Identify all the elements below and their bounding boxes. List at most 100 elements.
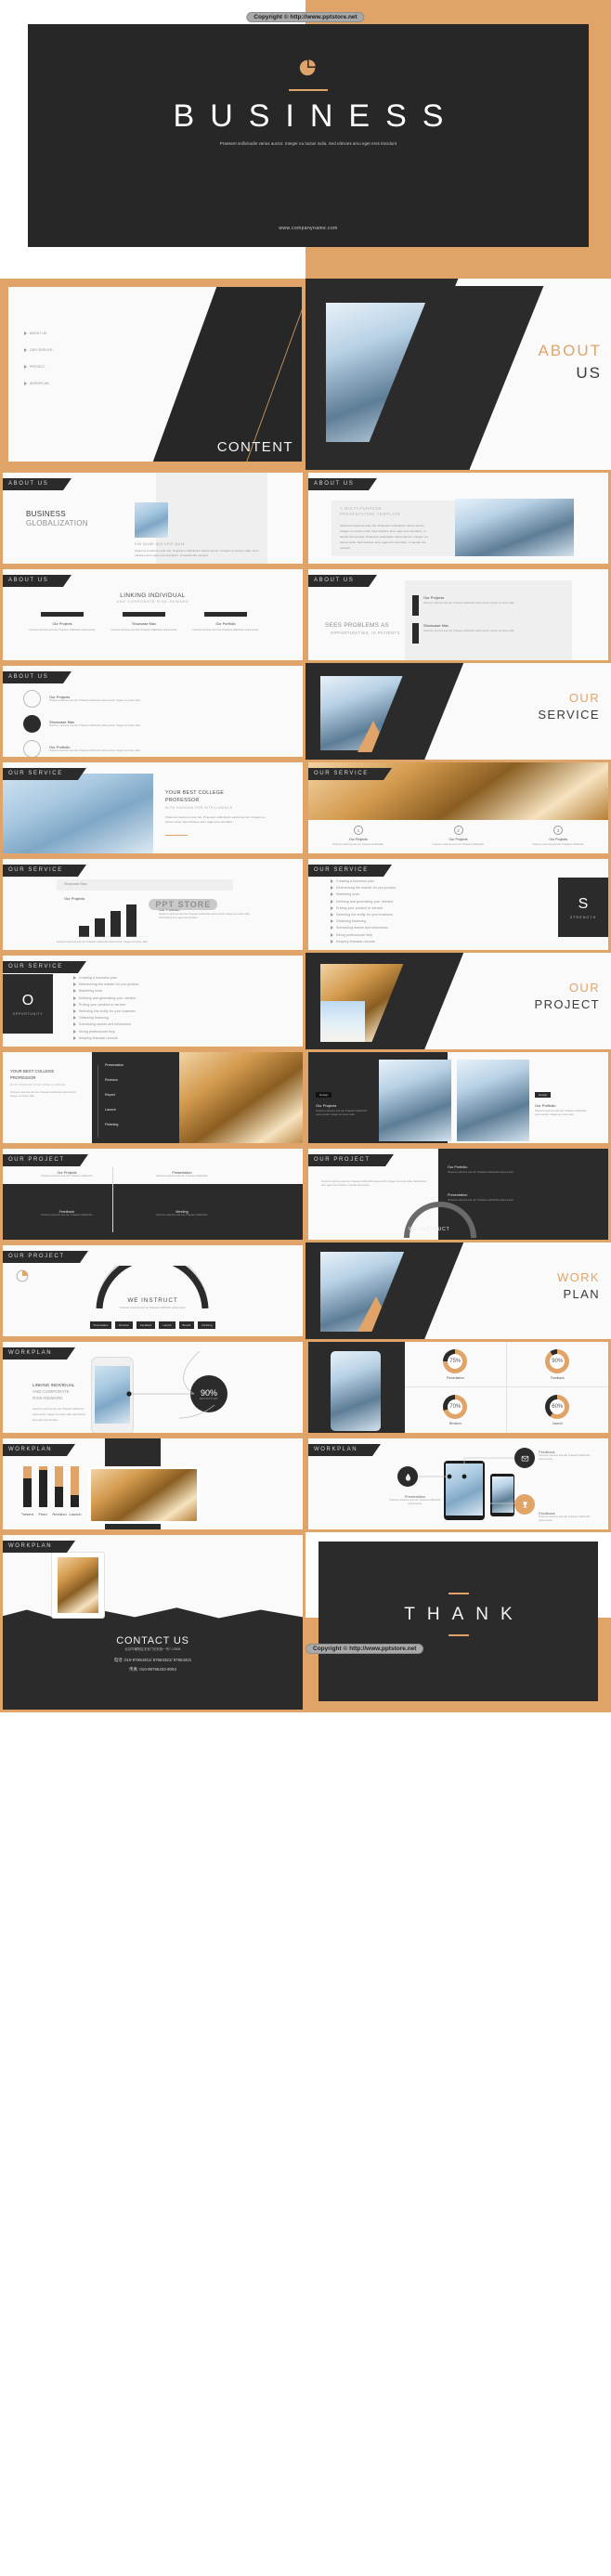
step-item[interactable]: 2 Our Projects Vivamus maximus erat nisi… bbox=[409, 820, 509, 853]
donut-cell[interactable]: 90% Feedback bbox=[506, 1342, 608, 1387]
feedback-item[interactable]: Feedback Vivamus maximus erat nisi. Prae… bbox=[27, 1210, 107, 1217]
timeline-step[interactable]: Launch bbox=[105, 1108, 116, 1112]
phone-body: Vivamus maximus erat nisi. Praesent soll… bbox=[32, 1408, 86, 1422]
slide-sees-problems[interactable]: ABOUT US SEES PROBLEMS AS OPPORTUNITIES,… bbox=[306, 566, 611, 663]
strength-item-label: Marketing tools bbox=[336, 892, 360, 897]
opportunity-badge: O OPPORTUNITY bbox=[3, 974, 53, 1034]
slide-donuts[interactable]: 75% Presentation 90% Feedback 70% Revisi… bbox=[306, 1339, 611, 1436]
opportunity-item[interactable]: Selecting the entity for your business bbox=[73, 1008, 139, 1013]
feedback-item[interactable]: Presentation Vivamus maximus erat nisi. … bbox=[142, 1171, 222, 1178]
linking-card[interactable]: Our Projects Vivamus maximus erat nisi. … bbox=[25, 612, 99, 632]
slide-strength[interactable]: OUR SERVICE Creating a business plan Det… bbox=[306, 856, 611, 953]
step-item[interactable]: 3 Our Projects Vivamus maximus erat nisi… bbox=[508, 820, 608, 853]
content-item-0[interactable]: ABOUT US bbox=[24, 332, 53, 335]
strength-item[interactable]: Pricing your product or service bbox=[331, 905, 396, 910]
gauge-step[interactable]: Finishing bbox=[198, 1321, 216, 1329]
timeline-photo bbox=[179, 1052, 303, 1143]
strength-item-label: Hiring professional help bbox=[336, 932, 373, 937]
strength-item[interactable]: Defining and generating your needed bbox=[331, 899, 396, 904]
timeline-step[interactable]: Report bbox=[105, 1093, 115, 1097]
opportunity-item[interactable]: Keeping financial records bbox=[73, 1035, 139, 1040]
donut-cell[interactable]: 70% Revision bbox=[405, 1387, 507, 1433]
step-item[interactable]: 1 Our Projects Vivamus maximus erat nisi… bbox=[308, 820, 409, 853]
strength-item[interactable]: Selecting the entity for your business bbox=[331, 912, 396, 917]
slide-timeline-vertical[interactable]: YOUR BEST COLLEGE PROFESSOR WITH PASSION… bbox=[0, 1049, 306, 1146]
slide-best-college[interactable]: OUR SERVICE YOUR BEST COLLEGE PROFESSOR … bbox=[0, 760, 306, 856]
opportunity-item[interactable]: Marketing tools bbox=[73, 989, 139, 994]
opportunity-item[interactable]: Creating a business plan bbox=[73, 976, 139, 980]
strength-item[interactable]: Creating a business plan bbox=[331, 879, 396, 883]
gauge-arc bbox=[96, 1266, 209, 1309]
timeline-step[interactable]: Presentation bbox=[105, 1063, 124, 1067]
feedback-divider-v bbox=[112, 1167, 113, 1232]
opportunity-item[interactable]: Scheduling assets and milestones bbox=[73, 1022, 139, 1027]
gauge-step[interactable]: Launch bbox=[159, 1321, 176, 1329]
strength-item[interactable]: Determining the market for you product bbox=[331, 886, 396, 891]
timeline-step[interactable]: Revision bbox=[105, 1078, 118, 1082]
college-photo bbox=[3, 774, 153, 853]
slide-contact[interactable]: WORKPLAN CONTACT US 北京市朝阳区天安门长安街一号7-1050… bbox=[0, 1532, 306, 1712]
feedback-item[interactable]: Meeting Vivamus maximus erat nisi. Praes… bbox=[142, 1210, 222, 1217]
circles-row[interactable]: Our Projects Vivamus maximus erat nisi. … bbox=[23, 690, 188, 708]
content-menu[interactable]: ABOUT US OUR SERVICE PROJECT WORKPLAN bbox=[24, 332, 53, 388]
slide-two-cards[interactable]: Design Our Projects Vivamus maximus erat… bbox=[306, 1049, 611, 1146]
slide-section-about[interactable]: ABOUT US bbox=[306, 279, 611, 470]
slide-circles[interactable]: ABOUT US Our Projects Vivamus maximus er… bbox=[0, 663, 306, 760]
linking-card[interactable]: Our Portfolio Vivamus maximus erat nisi.… bbox=[188, 612, 263, 632]
problems-row-label: Our Projects bbox=[423, 595, 445, 600]
two-cards-card[interactable]: Design Our Portfolio Vivamus maximus era… bbox=[535, 1084, 589, 1117]
problems-row[interactable]: Showcase Max Vivamus maximus erat nisi. … bbox=[412, 623, 533, 644]
circles-row[interactable]: Showcase Max Vivamus maximus erat nisi. … bbox=[23, 715, 188, 733]
content-item-2[interactable]: PROJECT bbox=[24, 365, 53, 369]
slide-opportunity[interactable]: OUR SERVICE O OPPORTUNITY Creating a bus… bbox=[0, 953, 306, 1049]
slide-multipurpose[interactable]: ABOUT US A MULTI-PURPOSE PRESENTATION TE… bbox=[306, 470, 611, 566]
donut-cell[interactable]: 60% Launch bbox=[507, 1387, 609, 1433]
slide-cover[interactable]: BUSINESS Praesent sollicitudin varius au… bbox=[0, 0, 611, 279]
strength-item[interactable]: Scheduling assets and milestones bbox=[331, 926, 396, 930]
slide-chart[interactable]: OUR SERVICE Showcase Max Our Projects Ou… bbox=[0, 856, 306, 953]
problems-row[interactable]: Our Projects Vivamus maximus erat nisi. … bbox=[412, 595, 533, 616]
slide-three-steps[interactable]: OUR SERVICE 1 Our Projects Vivamus maxim… bbox=[306, 760, 611, 856]
slide-section-service[interactable]: OUR SERVICE bbox=[306, 663, 611, 760]
content-item-3[interactable]: WORKPLAN bbox=[24, 382, 53, 385]
opportunity-item[interactable]: Defining and generating your needed bbox=[73, 995, 139, 1000]
thank-text: THANK bbox=[404, 1605, 525, 1624]
slide-bars[interactable]: WORKPLAN Present Feed Revision Launch bbox=[0, 1436, 306, 1532]
gauge-step[interactable]: Benefit bbox=[178, 1321, 195, 1329]
strength-item[interactable]: Marketing tools bbox=[331, 892, 396, 897]
opportunity-item[interactable]: Determining the market for you product bbox=[73, 982, 139, 987]
strength-item[interactable]: Hiring professional help bbox=[331, 932, 396, 937]
slide-feedback-grid[interactable]: OUR PROJECT Our Projects Vivamus maximus… bbox=[0, 1146, 306, 1242]
circles-row-body: Vivamus maximus erat nisi. Praesent soll… bbox=[49, 723, 141, 727]
slide-thank[interactable]: THANK Copyright © http://www.pptstore.ne… bbox=[306, 1532, 611, 1712]
content-item-1[interactable]: OUR SERVICE bbox=[24, 348, 53, 352]
gauge-step[interactable]: Presentation bbox=[89, 1321, 112, 1329]
slide-section-project[interactable]: OUR PROJECT bbox=[306, 953, 611, 1049]
two-cards-card[interactable]: Design Our Projects Vivamus maximus erat… bbox=[316, 1084, 371, 1117]
step-number: 2 bbox=[453, 826, 463, 835]
opportunity-item-label: Hiring professional help bbox=[79, 1029, 116, 1034]
slide-devices[interactable]: WORKPLAN Presentation Vivamus maximus er… bbox=[306, 1436, 611, 1532]
slide-we-instruct-dark[interactable]: OUR PROJECT Our Portfolio Vivamus maximu… bbox=[306, 1146, 611, 1242]
linking-card[interactable]: Showcase Max Vivamus maximus erat nisi. … bbox=[107, 612, 181, 632]
slide-phone-link[interactable]: WORKPLAN LINKING INDIVIDUAL AND CORPORAT… bbox=[0, 1339, 306, 1436]
opportunity-item[interactable]: Obtaining financing bbox=[73, 1016, 139, 1021]
donut-cell[interactable]: 75% Presentation bbox=[405, 1342, 507, 1387]
timeline-step[interactable]: Finishing bbox=[105, 1123, 118, 1126]
slide-linking-individual[interactable]: ABOUT US LINKING INDIVIDUAL AND CORPORAT… bbox=[0, 566, 306, 663]
college-sub: WITH PASSION FOR INTELLIGENCE bbox=[165, 806, 233, 810]
cover-divider bbox=[289, 89, 328, 91]
opportunity-item[interactable]: Hiring professional help bbox=[73, 1029, 139, 1034]
gauge-step[interactable]: Feedback bbox=[136, 1321, 156, 1329]
opportunity-item[interactable]: Pricing your product or service bbox=[73, 1002, 139, 1007]
slide-section-workplan[interactable]: WORK PLAN bbox=[306, 1242, 611, 1339]
slide-we-instruct-gauge[interactable]: OUR PROJECT WE INSTRUCT Vivamus maximus … bbox=[0, 1242, 306, 1339]
circles-row[interactable]: Our Portfolio Vivamus maximus erat nisi.… bbox=[23, 740, 188, 757]
strength-item[interactable]: Obtaining financing bbox=[331, 919, 396, 924]
gauge-step[interactable]: Revision bbox=[115, 1321, 134, 1329]
slide-content[interactable]: ABOUT US OUR SERVICE PROJECT WORKPLAN CO… bbox=[0, 279, 306, 470]
feedback-item[interactable]: Our Projects Vivamus maximus erat nisi. … bbox=[27, 1171, 107, 1178]
slide-business-globalization[interactable]: ABOUT US BUSINESS GLOBALIZATION VIN QUAE… bbox=[0, 470, 306, 566]
strength-item[interactable]: Keeping financial records bbox=[331, 939, 396, 943]
watermark-bottom: Copyright © http://www.pptstore.net bbox=[306, 1644, 424, 1654]
